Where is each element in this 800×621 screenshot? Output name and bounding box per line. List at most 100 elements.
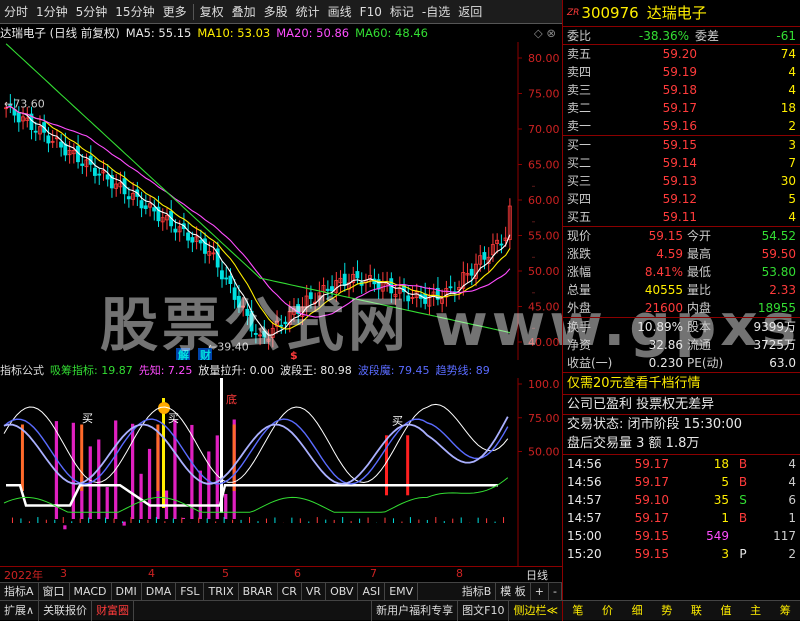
panel-tab-1[interactable]: 价 [598, 601, 617, 621]
bid-label: 买二 [567, 156, 592, 170]
toolbar-7[interactable]: 多股 [260, 1, 292, 23]
bottom-left-2[interactable]: 财富圈 [92, 600, 135, 621]
tick-row: 14:56 59.17 5 B 4 [563, 473, 800, 491]
tab-12[interactable]: EMV [385, 582, 419, 601]
toolbar-10[interactable]: F10 [356, 1, 386, 23]
panel-tab-6[interactable]: 主 [746, 601, 765, 621]
stock-title: 达瑞电子 (日线 前复权) [0, 26, 120, 40]
period-label: 日线 [526, 569, 548, 582]
y-tick-label: 40.00 [528, 336, 560, 349]
tick-side: B [738, 511, 748, 525]
toolbar-3[interactable]: 15分钟 [111, 1, 158, 23]
event-marker-0: 解 [178, 348, 189, 360]
tab-15[interactable]: + [531, 582, 550, 601]
tick-price: 59.10 [634, 493, 669, 507]
toolbar-4[interactable]: 更多 [159, 1, 191, 23]
tab-11[interactable]: ASI [358, 582, 386, 601]
tab-3[interactable]: DMI [112, 582, 142, 601]
panel-tab-2[interactable]: 细 [628, 601, 647, 621]
toolbar-5[interactable]: 复权 [196, 1, 228, 23]
bottom-right-2[interactable]: 侧边栏≪ [508, 600, 562, 621]
bid-row: 买三 59.13 30 [563, 172, 800, 190]
stock-header: ZR 300976 达瑞电子 [563, 0, 800, 26]
tab-8[interactable]: CR [278, 582, 302, 601]
tick-price: 59.17 [634, 511, 669, 525]
tab-9[interactable]: VR [302, 582, 327, 601]
quote-value: 18955 [757, 301, 796, 315]
tick-count: 2 [788, 547, 796, 561]
ask-volume: 4 [788, 65, 796, 79]
candle-body [330, 286, 334, 292]
stock-code: 300976 [581, 4, 639, 22]
diamond-icon[interactable]: ◇ ⊗ [534, 26, 556, 40]
toolbar-13[interactable]: 返回 [454, 1, 486, 23]
weibi-value: -38.36% [638, 29, 689, 43]
panel-tab-4[interactable]: 联 [687, 601, 706, 621]
panel-tab-7[interactable]: 筹 [776, 601, 795, 621]
bid-volume: 5 [788, 192, 796, 206]
tab-0[interactable]: 指标A [0, 582, 39, 601]
quote-panel: ZR 300976 达瑞电子 委比 -38.36% 委差 -61 卖五 59.20… [562, 0, 800, 600]
toolbar-0[interactable]: 分时 [0, 1, 32, 23]
tick-count: 1 [788, 511, 796, 525]
stat-label: 股本 [687, 320, 712, 334]
weibi-row: 委比 -38.36% 委差 -61 [563, 26, 800, 44]
quote-label: 量比 [687, 283, 712, 297]
accum-bar [63, 525, 67, 530]
candle-body [232, 287, 237, 300]
candle-body [224, 277, 229, 280]
tab-16[interactable]: - [549, 582, 562, 601]
panel-tabs: 笔价细势联值主筹 [562, 600, 800, 621]
tab-14[interactable]: 模 板 [496, 582, 531, 601]
stat-row: 收益(一) 0.230 PE(动) 63.0 [563, 354, 800, 372]
weicha-value: -61 [776, 29, 796, 43]
bottom-right-1[interactable]: 图文F10 [457, 600, 508, 621]
tick-volume: 35 [713, 493, 729, 507]
bottom-left-0[interactable]: 扩展∧ [0, 600, 40, 621]
bottom-left-1[interactable]: 关联报价 [39, 600, 93, 621]
tick-price: 59.17 [634, 475, 669, 489]
candle-body [152, 207, 157, 212]
toolbar-9[interactable]: 画线 [324, 1, 356, 23]
toolbar-12[interactable]: -自选 [418, 1, 454, 23]
toolbar-2[interactable]: 5分钟 [72, 1, 112, 23]
indicator-chart[interactable]: 100.0 75.00 50.00 买 买 买 底 [0, 378, 562, 566]
tab-4[interactable]: DMA [142, 582, 177, 601]
tab-13[interactable]: 指标B [458, 582, 497, 601]
bid-price: 59.12 [662, 192, 697, 206]
bid-label: 买四 [567, 192, 592, 206]
ask-label: 卖五 [567, 47, 592, 61]
toolbar-8[interactable]: 统计 [292, 1, 324, 23]
tab-1[interactable]: 窗口 [39, 582, 70, 601]
signal-label-1: 买 [168, 412, 179, 425]
tab-10[interactable]: OBV [326, 582, 359, 601]
toolbar-11[interactable]: 标记 [386, 1, 418, 23]
y-tick-label: 75.00 [528, 88, 560, 101]
zr-badge: ZR [567, 8, 580, 18]
toolbar-6[interactable]: 叠加 [228, 1, 260, 23]
bid-volume: 4 [788, 210, 796, 224]
band-demon-line [3, 418, 509, 485]
tab-5[interactable]: FSL [176, 582, 205, 601]
panel-tab-3[interactable]: 势 [657, 601, 676, 621]
bottom-right-0[interactable]: 新用户福利专享 [371, 600, 457, 621]
candle-body [219, 270, 224, 280]
tab-6[interactable]: TRIX [204, 582, 239, 601]
indicator-title[interactable]: 指标公式 [0, 362, 44, 378]
quote-label: 今开 [687, 229, 712, 243]
bid-row: 买二 59.14 7 [563, 154, 800, 172]
tick-count: 6 [788, 493, 796, 507]
tab-2[interactable]: MACD [70, 582, 112, 601]
candlestick-chart[interactable]: 80.00 75.00 70.00 65.00 60.00 55.00 50.00 45.00… [0, 42, 562, 360]
kline-header: 达瑞电子 (日线 前复权) MA5: 55.15 MA10: 53.03 MA2… [0, 24, 562, 42]
toolbar-1[interactable]: 1分钟 [32, 1, 72, 23]
tick-time: 15:00 [567, 529, 602, 543]
ask-label: 卖二 [567, 101, 592, 115]
tab-7[interactable]: BRAR [239, 582, 278, 601]
candle-body [469, 268, 474, 276]
period-toolbar: 分时 1分钟 5分钟 15分钟 更多 复权 叠加 多股 统计 画线 F10 标记 -自选 返回 [0, 0, 562, 24]
panel-tab-5[interactable]: 值 [716, 601, 735, 621]
month-label-8: 8 [456, 567, 463, 580]
panel-tab-0[interactable]: 笔 [568, 601, 587, 621]
promo-banner[interactable]: 仅需20元查看千档行情 [563, 372, 800, 394]
